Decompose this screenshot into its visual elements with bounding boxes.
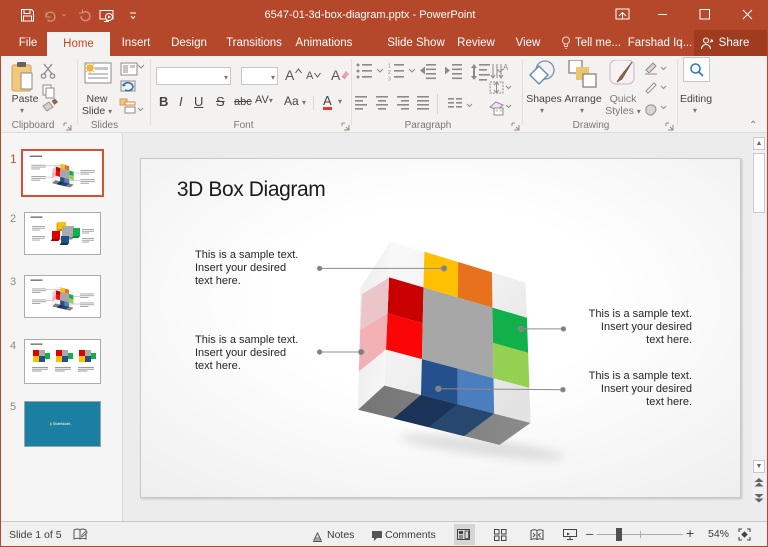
svg-text:2: 2 bbox=[388, 70, 391, 76]
svg-text:1: 1 bbox=[388, 64, 391, 70]
svg-text:A: A bbox=[503, 63, 509, 72]
svg-text:3: 3 bbox=[388, 77, 391, 83]
